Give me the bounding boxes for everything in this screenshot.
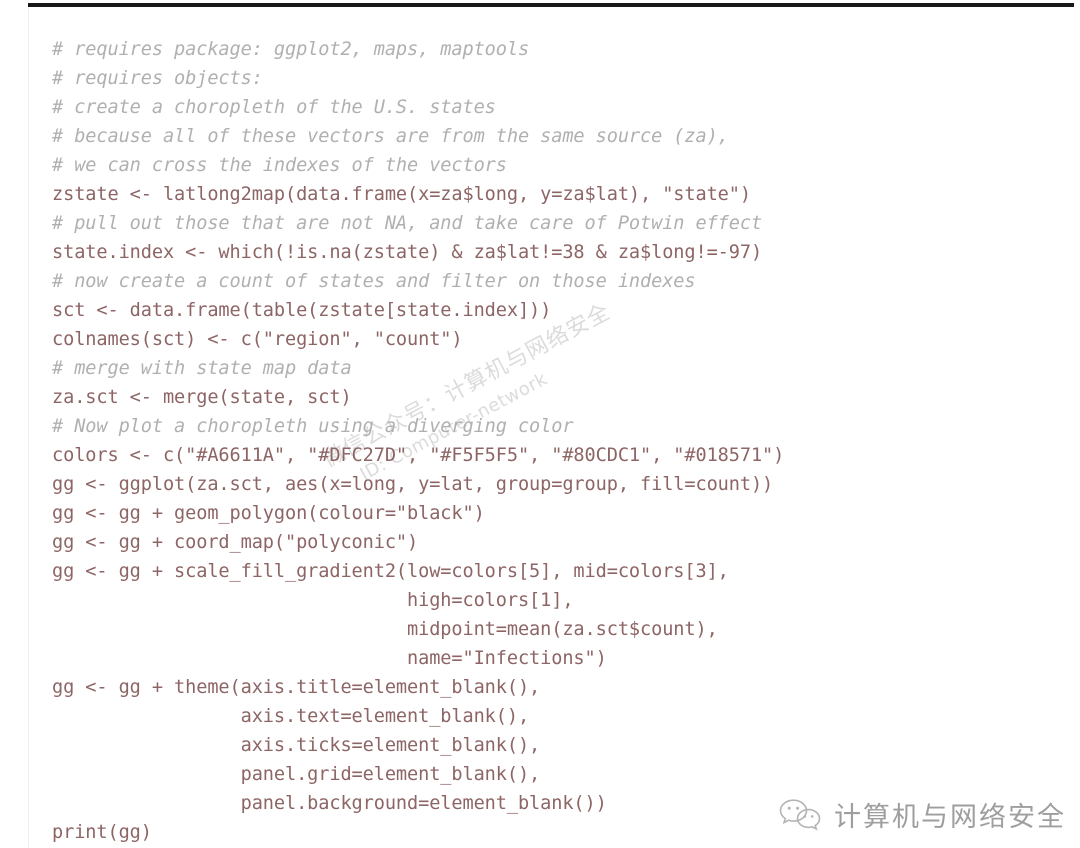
code-line: gg <- gg + geom_polygon(colour="black"): [52, 502, 485, 524]
code-line: za.sct <- merge(state, sct): [52, 386, 352, 408]
code-listing-page: 微信公众号：计算机与网络安全 ID: Computer-network # re…: [0, 0, 1080, 848]
code-comment-line: # now create a count of states and filte…: [52, 270, 696, 292]
account-name-label: 计算机与网络安全: [834, 802, 1066, 833]
code-comment-line: # create a choropleth of the U.S. states: [52, 96, 496, 118]
left-gutter-divider: [28, 7, 29, 848]
code-comment-line: # because all of these vectors are from …: [52, 125, 729, 147]
code-line: gg <- gg + scale_fill_gradient2(low=colo…: [52, 560, 729, 582]
code-line: gg <- gg + coord_map("polyconic"): [52, 531, 419, 553]
code-line: gg <- ggplot(za.sct, aes(x=long, y=lat, …: [52, 473, 774, 495]
code-line: axis.text=element_blank(),: [52, 705, 530, 727]
wechat-icon: [779, 798, 821, 830]
code-line: gg <- gg + theme(axis.title=element_blan…: [52, 676, 541, 698]
top-divider: [28, 3, 1074, 7]
code-line: zstate <- latlong2map(data.frame(x=za$lo…: [52, 183, 751, 205]
code-line: high=colors[1],: [52, 589, 574, 611]
code-comment-line: # requires package: ggplot2, maps, mapto…: [52, 38, 530, 60]
code-comment-line: # requires objects:: [52, 67, 263, 89]
code-line: state.index <- which(!is.na(zstate) & za…: [52, 241, 763, 263]
code-line: name="Infections"): [52, 647, 607, 669]
wechat-account-badge: 计算机与网络安全: [778, 795, 1066, 834]
code-line: sct <- data.frame(table(zstate[state.ind…: [52, 299, 552, 321]
code-line: axis.ticks=element_blank(),: [52, 734, 541, 756]
code-block: # requires package: ggplot2, maps, mapto…: [52, 35, 1062, 847]
code-comment-line: # pull out those that are not NA, and ta…: [52, 212, 763, 234]
code-line: colnames(sct) <- c("region", "count"): [52, 328, 463, 350]
code-line: colors <- c("#A6611A", "#DFC27D", "#F5F5…: [52, 444, 785, 466]
code-line: midpoint=mean(za.sct$count),: [52, 618, 718, 640]
code-comment-line: # Now plot a choropleth using a divergin…: [52, 415, 574, 437]
code-comment-line: # we can cross the indexes of the vector…: [52, 154, 507, 176]
code-line: panel.grid=element_blank(),: [52, 763, 541, 785]
code-comment-line: # merge with state map data: [52, 357, 352, 379]
